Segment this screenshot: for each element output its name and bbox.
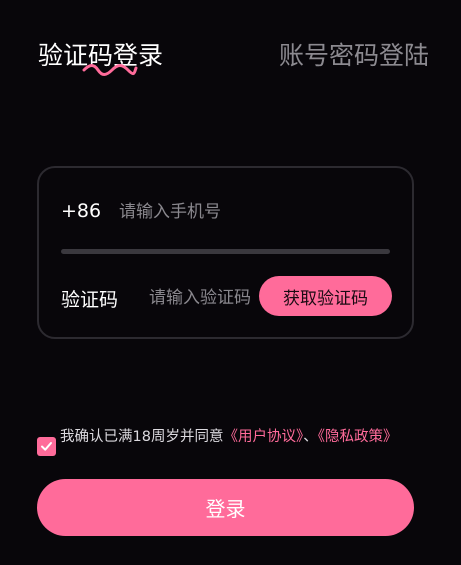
tab-password-login-label: 账号密码登陆 <box>278 41 429 70</box>
phone-input[interactable] <box>119 198 399 226</box>
squiggle-underline-icon <box>82 64 138 76</box>
agreement-text: 我确认已满18周岁并同意《用户协议》、《隐私政策》 <box>60 426 425 449</box>
verification-code-input[interactable] <box>149 284 267 312</box>
checkmark-icon <box>41 442 52 451</box>
agreement-separator: 、 <box>303 429 318 445</box>
verification-code-label: 验证码 <box>61 289 119 311</box>
agreement-prefix: 我确认已满18周岁并同意 <box>60 429 224 445</box>
tab-password-login[interactable]: 账号密码登陆 <box>279 36 429 72</box>
verification-code-row: 验证码 获取验证码 <box>61 276 392 318</box>
login-form-card: +86 验证码 获取验证码 <box>37 166 414 339</box>
divider <box>61 249 390 254</box>
login-button[interactable]: 登录 <box>37 479 414 536</box>
get-code-button[interactable]: 获取验证码 <box>259 276 392 316</box>
login-tabs: 验证码登录 账号密码登陆 <box>38 36 429 76</box>
phone-row: +86 <box>61 198 399 228</box>
user-agreement-link[interactable]: 《用户协议》 <box>223 429 303 445</box>
country-code[interactable]: +86 <box>61 200 101 222</box>
privacy-policy-link[interactable]: 《隐私政策》 <box>318 429 398 445</box>
agree-checkbox[interactable] <box>37 437 56 456</box>
